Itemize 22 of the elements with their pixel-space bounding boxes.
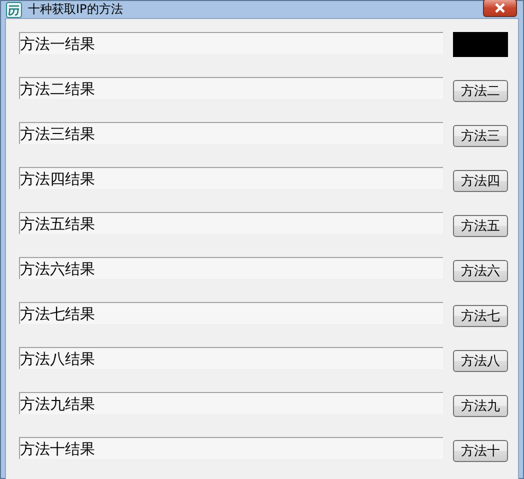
result-field[interactable]: 方法七结果 (19, 302, 443, 324)
result-field[interactable]: 方法八结果 (19, 347, 443, 369)
method-button[interactable]: 方法二 (453, 80, 508, 102)
result-field[interactable]: 方法十结果 (19, 437, 443, 459)
close-button[interactable] (483, 0, 517, 16)
result-field[interactable]: 方法一结果 (19, 32, 443, 54)
result-field[interactable]: 方法二结果 (19, 77, 443, 99)
result-field[interactable]: 方法五结果 (19, 212, 443, 234)
result-field[interactable]: 方法四结果 (19, 167, 443, 189)
method-button[interactable]: 方法十 (453, 440, 508, 462)
result-field[interactable]: 方法六结果 (19, 257, 443, 279)
method-button[interactable]: 方法五 (453, 215, 508, 237)
window-title: 十种获取IP的方法 (28, 1, 124, 18)
method-button[interactable]: 方法九 (453, 395, 508, 417)
result-field[interactable]: 方法九结果 (19, 392, 443, 414)
method-button[interactable]: 方法七 (453, 305, 508, 327)
method-button[interactable]: 方法八 (453, 350, 508, 372)
method-button[interactable]: 方法三 (453, 125, 508, 147)
result-field[interactable]: 方法三结果 (19, 122, 443, 144)
method-button[interactable]: 方法四 (453, 170, 508, 192)
close-icon (494, 2, 506, 12)
method-button[interactable]: 方法六 (453, 260, 508, 282)
